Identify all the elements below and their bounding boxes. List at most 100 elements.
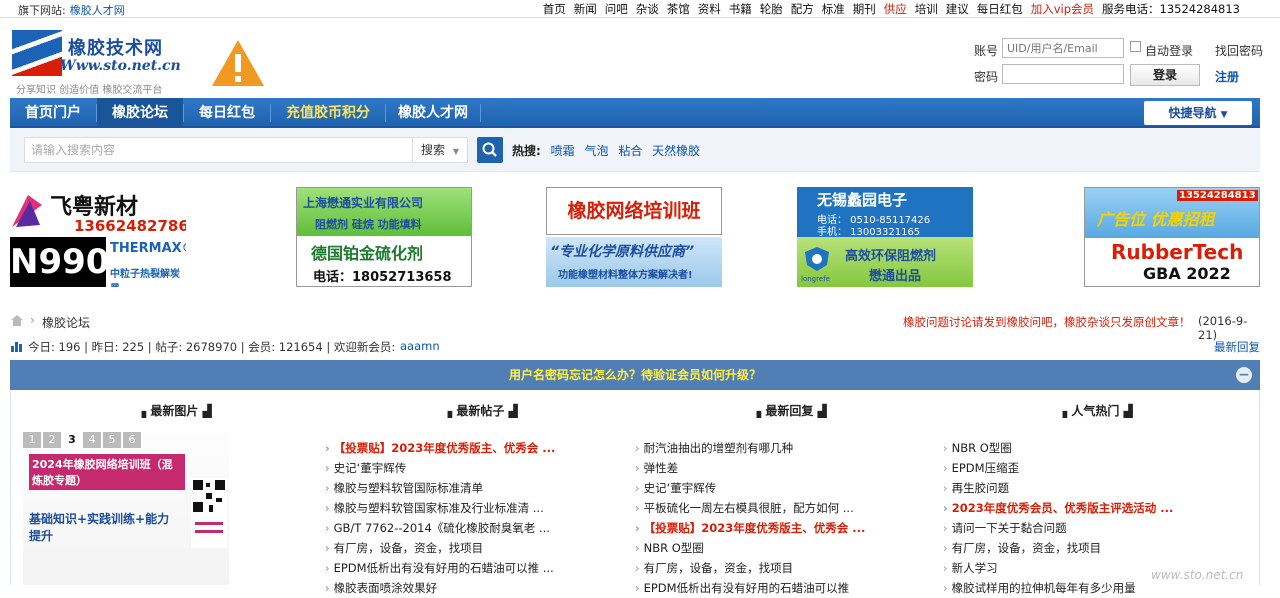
maotong-company: 上海懋通实业有限公司	[303, 196, 424, 210]
list-item[interactable]: 有厂房，设备，资金，找项目	[325, 538, 575, 558]
thermax-label: THERMAX®	[110, 241, 186, 256]
col-header-images: ▗ 最新图片 ▟	[137, 402, 212, 419]
slider-page-3[interactable]: 3	[63, 432, 81, 448]
list-item[interactable]: 史记‘董宇辉传	[635, 478, 885, 498]
new-member-link[interactable]: aaamn	[400, 339, 440, 353]
list-item[interactable]: 耐汽油抽出的增塑剂有哪几种	[635, 438, 885, 458]
list-item[interactable]: 史记‘董宇辉传	[325, 458, 575, 478]
hot-search-link[interactable]: 粘合	[618, 144, 642, 158]
slider-page-2[interactable]: 2	[43, 432, 61, 448]
search-button[interactable]	[477, 137, 503, 163]
slider-page-1[interactable]: 1	[23, 432, 41, 448]
breadcrumb-forum[interactable]: 橡胶论坛	[42, 314, 90, 331]
hot-search-link[interactable]: 天然橡胶	[652, 144, 700, 158]
top-nav-item[interactable]: 供应	[884, 1, 907, 17]
top-nav-item[interactable]: 培训	[915, 1, 938, 17]
top-nav-item[interactable]: 问吧	[605, 1, 628, 17]
banner-rubbertech[interactable]: 13524284813 广告位 优惠招租 RubberTech GBA 2022	[1084, 187, 1260, 287]
list-item[interactable]: GB/T 7762--2014《硫化橡胶耐臭氧老 ...	[325, 518, 575, 538]
search-scope-select[interactable]: 搜索 ▼	[412, 137, 468, 163]
warning-icon	[212, 40, 264, 86]
register-link[interactable]: 注册	[1215, 68, 1239, 85]
nav-talent[interactable]: 橡胶人才网	[386, 98, 480, 128]
list-item[interactable]: 【投票贴】2023年度优秀版主、优秀会 ...	[325, 438, 575, 458]
maotong-main: 德国铂金硫化剂	[311, 244, 424, 263]
top-nav-item[interactable]: 首页	[543, 1, 566, 17]
nav-recharge[interactable]: 充值胶币积分	[271, 98, 385, 128]
stats-chart-icon	[11, 342, 22, 352]
hot-label: 热搜:	[512, 144, 541, 158]
top-nav-item[interactable]: 茶馆	[667, 1, 690, 17]
top-nav-item[interactable]: 轮胎	[760, 1, 783, 17]
list-item[interactable]: 弹性差	[635, 458, 885, 478]
slider-page-5[interactable]: 5	[103, 432, 121, 448]
col-header-posts: ▗ 最新帖子 ▟	[443, 402, 518, 419]
list-item[interactable]: 橡胶与塑料软管国家标准及行业标准清 ...	[325, 498, 575, 518]
list-item[interactable]: EPDM压缩歪	[943, 458, 1193, 478]
list-item[interactable]: 有厂房，设备，资金，找项目	[943, 538, 1193, 558]
top-nav-item[interactable]: 期刊	[853, 1, 876, 17]
top-nav-item[interactable]: 配方	[791, 1, 814, 17]
wuxi-line1: 高效环保阻燃剂	[845, 249, 937, 264]
password-label: 密码	[974, 70, 999, 84]
account-input[interactable]	[1002, 38, 1124, 58]
list-item[interactable]: 2023年度优秀会员、优秀版主评选活动 ...	[943, 498, 1193, 518]
collapse-icon[interactable]: −	[1236, 367, 1252, 383]
top-nav-item[interactable]: 标准	[822, 1, 845, 17]
list-item[interactable]: 橡胶与塑料软管国际标准清单	[325, 478, 575, 498]
col-title-hot: 人气热门	[1071, 404, 1120, 418]
slider-page-6[interactable]: 6	[123, 432, 141, 448]
list-item[interactable]: NBR O型圈	[943, 438, 1193, 458]
col-deco-right: ▟	[504, 404, 518, 418]
top-nav-item[interactable]: 每日红包	[977, 1, 1023, 17]
n990-label: N990	[10, 237, 109, 287]
top-nav-item[interactable]: 资料	[698, 1, 721, 17]
search-input[interactable]: 请输入搜索内容	[24, 137, 414, 163]
banner-training[interactable]: 橡胶网络培训班 “专业化学原料供应商” 功能橡塑材料整体方案解决者!	[546, 187, 722, 287]
hot-search-link[interactable]: 气泡	[584, 144, 608, 158]
top-nav-item[interactable]: 杂谈	[636, 1, 659, 17]
training-slogan: “专业化学原料供应商”	[550, 244, 695, 260]
forum-announcement[interactable]: 橡胶问题讨论请发到橡胶问吧，橡胶杂谈只发原创文章！	[903, 314, 1191, 330]
hot-search-link[interactable]: 喷霜	[551, 144, 575, 158]
site-logo[interactable]: 橡胶技术网 Www.sto.net.cn 分享知识 创造价值 橡胶交流平台	[10, 26, 188, 96]
notice-text[interactable]: 用户名密码忘记怎么办？待验证会员如何升级？	[509, 368, 761, 382]
home-icon[interactable]	[10, 314, 24, 327]
list-item[interactable]: EPDM低析出有没有好用的石蜡油可以推 ...	[325, 558, 575, 578]
nav-daily-redpacket[interactable]: 每日红包	[184, 98, 270, 128]
latest-replies-link[interactable]: 最新回复	[1214, 339, 1260, 355]
banner-wuxi[interactable]: 无锡蠡园电子 电话： 0510-85117426 手机： 13003321165…	[797, 187, 973, 287]
list-item[interactable]: 平板硫化一周左右模具很脏，配方如何 ...	[635, 498, 885, 518]
top-nav-item[interactable]: 书籍	[729, 1, 752, 17]
list-item[interactable]: EPDM低析出有没有好用的石蜡油可以推	[635, 578, 885, 598]
list-item[interactable]: 【投票贴】2023年度优秀版主、优秀会 ...	[635, 518, 885, 538]
search-scope-label: 搜索	[421, 143, 446, 157]
top-nav-item[interactable]: 建议	[946, 1, 969, 17]
login-form: 账号 自动登录 找回密码 密码 登录 注册	[972, 38, 1272, 98]
top-nav-item[interactable]: 新闻	[574, 1, 597, 17]
rubbertech-slogan: 广告位 优惠招租	[1097, 210, 1215, 229]
forum-stats: 今日: 196 | 昨日: 225 | 帖子: 2678970 | 会员: 12…	[10, 338, 1260, 354]
image-slider[interactable]: 123456 2024年橡胶网络培训班（混炼胶专题） 基础知识+实践训练+能力提…	[23, 432, 229, 585]
list-item[interactable]: 请问一下关于黏合问题	[943, 518, 1193, 538]
password-input[interactable]	[1002, 64, 1124, 84]
list-item[interactable]: 有厂房，设备，资金，找项目	[635, 558, 885, 578]
nav-home[interactable]: 首页门户	[10, 98, 96, 128]
list-item[interactable]: 再生胶问题	[943, 478, 1193, 498]
breadcrumb: › 橡胶论坛 橡胶问题讨论请发到橡胶问吧，橡胶杂谈只发原创文章！ (2016-9…	[10, 313, 1260, 342]
slider-page-4[interactable]: 4	[83, 432, 101, 448]
login-button[interactable]: 登录	[1130, 64, 1200, 86]
sister-sites-label: 旗下网站:	[18, 4, 66, 17]
find-password-link[interactable]: 找回密码	[1215, 42, 1263, 59]
banner-maotong[interactable]: 上海懋通实业有限公司 阻燃剂 硅烷 功能填料 德国铂金硫化剂 电话：180527…	[296, 187, 472, 287]
nav-forum[interactable]: 橡胶论坛	[97, 98, 183, 128]
list-item[interactable]: 橡胶表面喷涂效果好	[325, 578, 575, 598]
talent-site-link[interactable]: 橡胶人才网	[70, 4, 125, 17]
auto-login-checkbox[interactable]	[1130, 41, 1141, 52]
top-nav-item[interactable]: 加入vip会员	[1031, 1, 1094, 17]
col-deco-left: ▗	[137, 404, 151, 418]
quick-nav-button[interactable]: 快捷导航 ▼	[1144, 101, 1252, 125]
col-deco-left: ▗	[1058, 404, 1072, 418]
banner-feiyue[interactable]: 飞粤新材 13662482786 N990 THERMAX® 中粒子热裂解炭黑	[10, 187, 186, 287]
list-item[interactable]: NBR O型圈	[635, 538, 885, 558]
